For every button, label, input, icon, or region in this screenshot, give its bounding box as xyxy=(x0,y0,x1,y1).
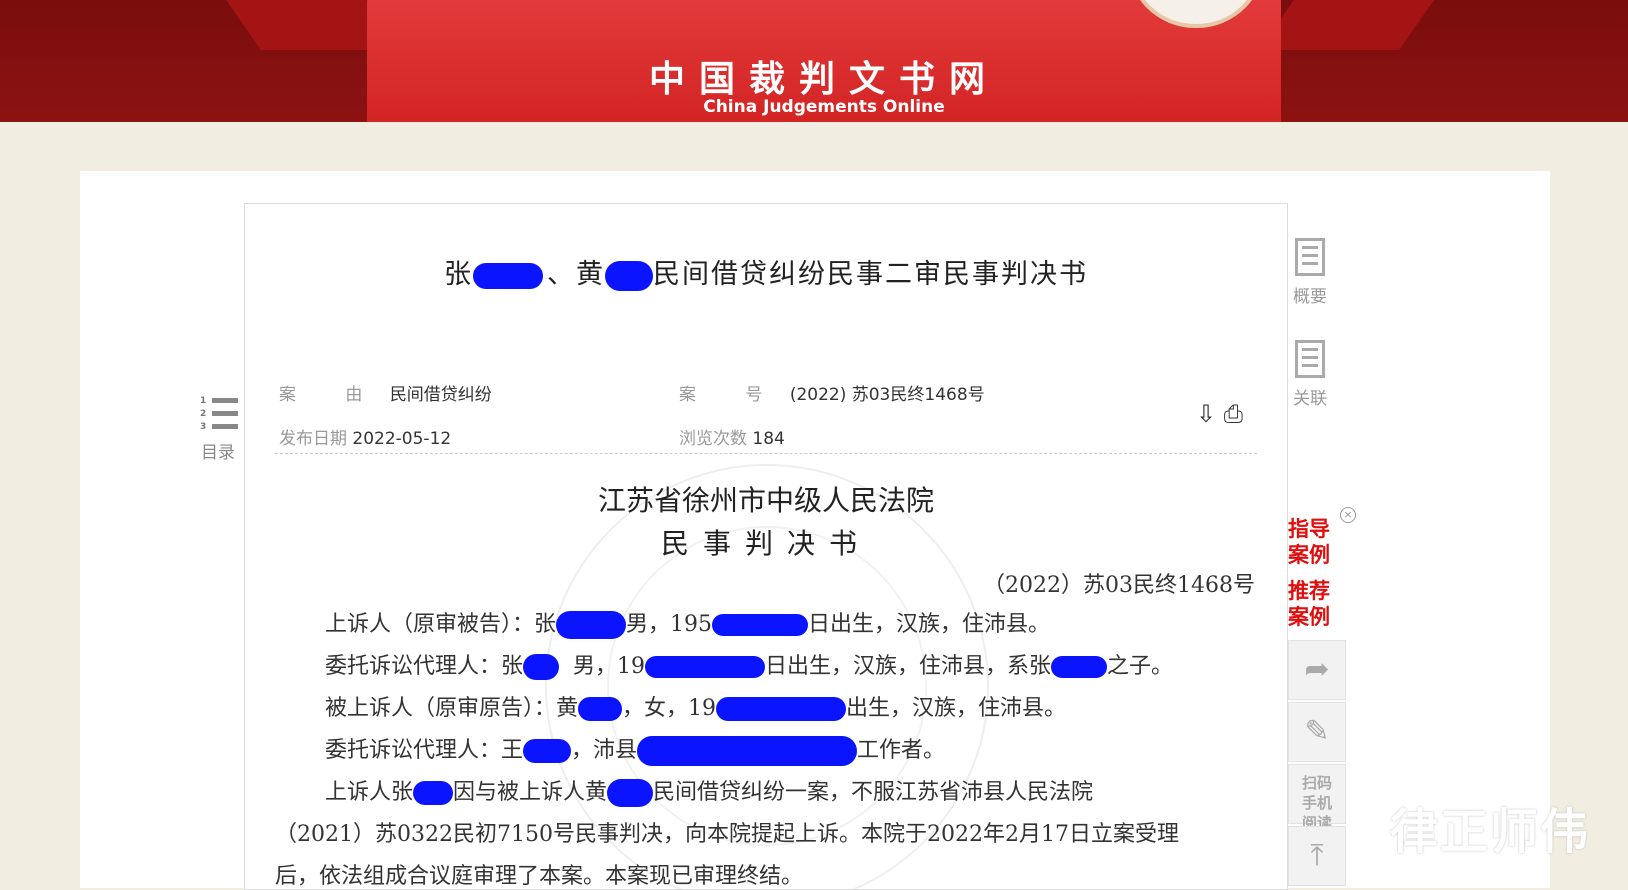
para-text: 因与被上诉人黄 xyxy=(453,780,608,805)
scan-qr-button[interactable]: 扫码手机阅读 xyxy=(1288,764,1346,832)
redaction-mark xyxy=(712,614,809,636)
title-part: 张 xyxy=(444,259,473,290)
para-text: 委托诉讼代理人：张 xyxy=(325,654,524,679)
guide-cases-link[interactable]: 指导案例 xyxy=(1288,516,1332,568)
para-text: 被上诉人（原审原告）：黄 xyxy=(325,696,579,721)
para-text: 民间借贷纠纷一案，不服江苏省沛县人民法院 xyxy=(653,780,1094,805)
para-text: 出生，汉族，住沛县。 xyxy=(846,696,1067,721)
redaction-mark xyxy=(607,779,654,807)
doc-actions: ⇩ ⎙ xyxy=(1196,400,1243,428)
para-text: 委托诉讼代理人：王 xyxy=(325,738,524,763)
para-text: 工作者。 xyxy=(857,738,946,763)
para-text: 上诉人张 xyxy=(325,780,414,805)
site-title-en[interactable]: China Judgements Online xyxy=(0,97,1628,117)
court-name: 江苏省徐州市中级人民法院 xyxy=(597,484,934,517)
related-label: 关联 xyxy=(1293,389,1327,409)
para-text: 男，195 xyxy=(626,612,713,637)
meta-views: 浏览次数 184 xyxy=(679,424,785,449)
meta-publish-value: 2022-05-12 xyxy=(352,429,452,449)
site-title-cn[interactable]: 中国裁判文书网 xyxy=(0,50,1628,102)
redaction-mark xyxy=(413,781,454,805)
document-type: 民事判决书 xyxy=(660,527,871,560)
party-line: 委托诉讼代理人：王 ，沛县 工作者。 xyxy=(325,732,945,766)
related-button[interactable]: 关联 xyxy=(1286,340,1334,409)
toc-label: 目录 xyxy=(201,443,235,463)
meta-cause-value: 民间借贷纠纷 xyxy=(389,385,492,405)
judgment-document: 张 、黄 民间借贷纠纷民事二审民事判决书 案 由 民间借贷纠纷 案 号 (2022)… xyxy=(244,203,1288,890)
redaction-mark xyxy=(605,260,653,291)
list-numbered-icon: 1 2 3 xyxy=(198,394,238,434)
site-header: 中国裁判文书网 China Judgements Online xyxy=(0,0,1628,122)
para-text: 日出生，汉族，住沛县。 xyxy=(808,612,1051,637)
meta-publish-date: 发布日期 2022-05-12 xyxy=(279,424,451,449)
party-line: 被上诉人（原审原告）：黄 ，女，19 出生，汉族，住沛县。 xyxy=(325,690,1066,722)
close-icon[interactable]: × xyxy=(1340,507,1356,523)
document-icon xyxy=(1295,238,1325,276)
para-text: ，沛县 xyxy=(571,738,638,763)
meta-views-value: 184 xyxy=(752,429,785,449)
scan-label: 扫码手机阅读 xyxy=(1301,774,1332,832)
recommended-cases-link[interactable]: 推荐案例 xyxy=(1288,578,1332,630)
summary-label: 概要 xyxy=(1293,287,1327,307)
toc-number: 3 xyxy=(200,422,207,432)
redaction-mark xyxy=(523,654,560,680)
summary-button[interactable]: 概要 xyxy=(1286,238,1334,307)
watermark-logo: 律正师伟 xyxy=(1390,804,1591,860)
print-icon[interactable]: ⎙ xyxy=(1224,400,1243,428)
party-line: 委托诉讼代理人：张 男，19 日出生，汉族，住沛县，系张 之子。 xyxy=(325,648,1173,680)
redaction-mark xyxy=(556,611,627,639)
meta-cause-label: 案 由 xyxy=(279,385,385,405)
document-title: 张 、黄 民间借贷纠纷民事二审民事判决书 xyxy=(245,252,1287,291)
para-text: 上诉人（原审被告）：张 xyxy=(325,612,557,637)
document-icon xyxy=(1295,340,1325,378)
party-line: 上诉人（原审被告）：张 男，195 日出生，汉族，住沛县。 xyxy=(325,606,1050,639)
redaction-mark xyxy=(1051,656,1108,678)
ribbon-right xyxy=(1258,0,1442,50)
edit-icon: ✎ xyxy=(1304,714,1330,749)
para-text: 日出生，汉族，住沛县，系张 xyxy=(765,654,1052,679)
redaction-mark xyxy=(645,656,766,678)
body-line: 上诉人张 因与被上诉人黄 民间借贷纠纷一案，不服江苏省沛县人民法院 xyxy=(325,774,1093,807)
share-icon: ➦ xyxy=(1304,652,1330,687)
para-text: 男，19 xyxy=(573,654,646,679)
toc-number: 1 xyxy=(200,396,207,406)
court-emblem-icon xyxy=(1127,0,1265,28)
redaction-mark xyxy=(716,697,847,721)
back-to-top-icon: ⤒ xyxy=(1310,838,1324,873)
redaction-mark xyxy=(473,262,543,289)
meta-case-no: 案 号 (2022) 苏03民终1468号 xyxy=(679,380,985,405)
para-text: ，女，19 xyxy=(622,696,717,721)
share-button[interactable]: ➦ xyxy=(1288,640,1346,700)
back-to-top-button[interactable]: ⤒ xyxy=(1288,826,1346,886)
redaction-mark xyxy=(523,739,572,763)
para-text: 之子。 xyxy=(1107,654,1174,679)
meta-publish-label: 发布日期 xyxy=(279,429,347,449)
meta-case-no-label: 案 号 xyxy=(679,385,785,405)
title-part: 民间借贷纠纷民事二审民事判决书 xyxy=(653,259,1088,290)
case-number: （2022）苏03民终1468号 xyxy=(983,573,1255,598)
redaction-mark xyxy=(578,697,623,721)
body-line: 后，依法组成合议庭审理了本案。本案现已审理终结。 xyxy=(275,864,804,889)
body-line: （2021）苏0322民初7150号民事判决，向本院提起上诉。本院于2022年2… xyxy=(275,822,1179,847)
redaction-mark xyxy=(637,736,858,766)
meta-divider xyxy=(275,453,1257,454)
meta-case-no-value: (2022) 苏03民终1468号 xyxy=(789,385,985,405)
toc-number: 2 xyxy=(200,409,207,419)
meta-cause: 案 由 民间借贷纠纷 xyxy=(279,380,492,405)
meta-views-label: 浏览次数 xyxy=(679,429,747,449)
title-part: 、黄 xyxy=(547,259,605,290)
toc-button[interactable]: 1 2 3 目录 xyxy=(196,394,240,463)
download-icon[interactable]: ⇩ xyxy=(1196,400,1216,428)
edit-button[interactable]: ✎ xyxy=(1288,702,1346,762)
